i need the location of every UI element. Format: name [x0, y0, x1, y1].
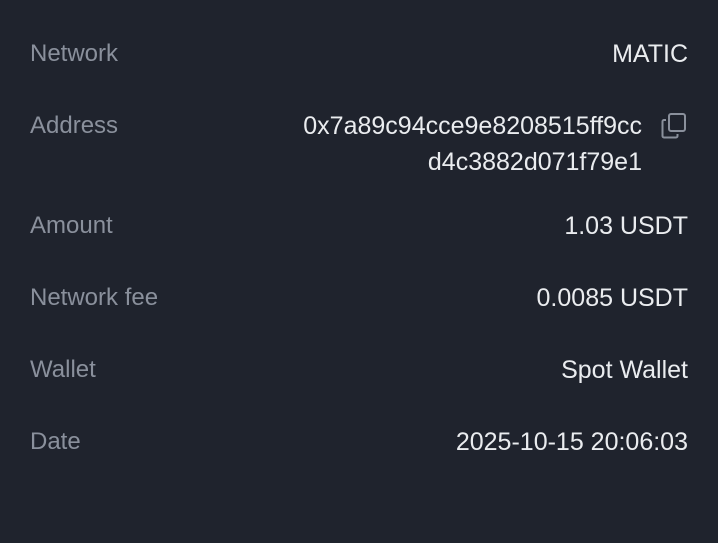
address-value-group: 0x7a89c94cce9e8208515ff9cc d4c3882d071f7… [242, 108, 688, 180]
network-row: Network MATIC [30, 36, 688, 72]
amount-value: 1.03 USDT [564, 212, 688, 240]
wallet-value: Spot Wallet [561, 356, 688, 384]
address-line-2: d4c3882d071f79e1 [427, 148, 642, 176]
network-fee-row: Network fee 0.0085 USDT [30, 280, 688, 316]
network-fee-value: 0.0085 USDT [536, 284, 688, 312]
network-value: MATIC [612, 40, 688, 68]
address-line-1: 0x7a89c94cce9e8208515ff9cc [303, 112, 642, 140]
network-fee-label: Network fee [30, 284, 159, 311]
copy-icon[interactable] [660, 112, 688, 140]
address-value: 0x7a89c94cce9e8208515ff9cc d4c3882d071f7… [242, 108, 642, 180]
withdrawal-details-panel: Network MATIC Address 0x7a89c94cce9e8208… [0, 0, 718, 543]
wallet-row: Wallet Spot Wallet [30, 352, 688, 388]
date-label: Date [30, 428, 81, 455]
amount-label: Amount [30, 212, 113, 239]
date-value: 2025-10-15 20:06:03 [455, 428, 688, 456]
network-label: Network [30, 40, 119, 67]
address-label: Address [30, 112, 119, 139]
date-row: Date 2025-10-15 20:06:03 [30, 424, 688, 460]
amount-row: Amount 1.03 USDT [30, 208, 688, 244]
wallet-label: Wallet [30, 356, 96, 383]
address-row: Address 0x7a89c94cce9e8208515ff9cc d4c38… [30, 108, 688, 180]
